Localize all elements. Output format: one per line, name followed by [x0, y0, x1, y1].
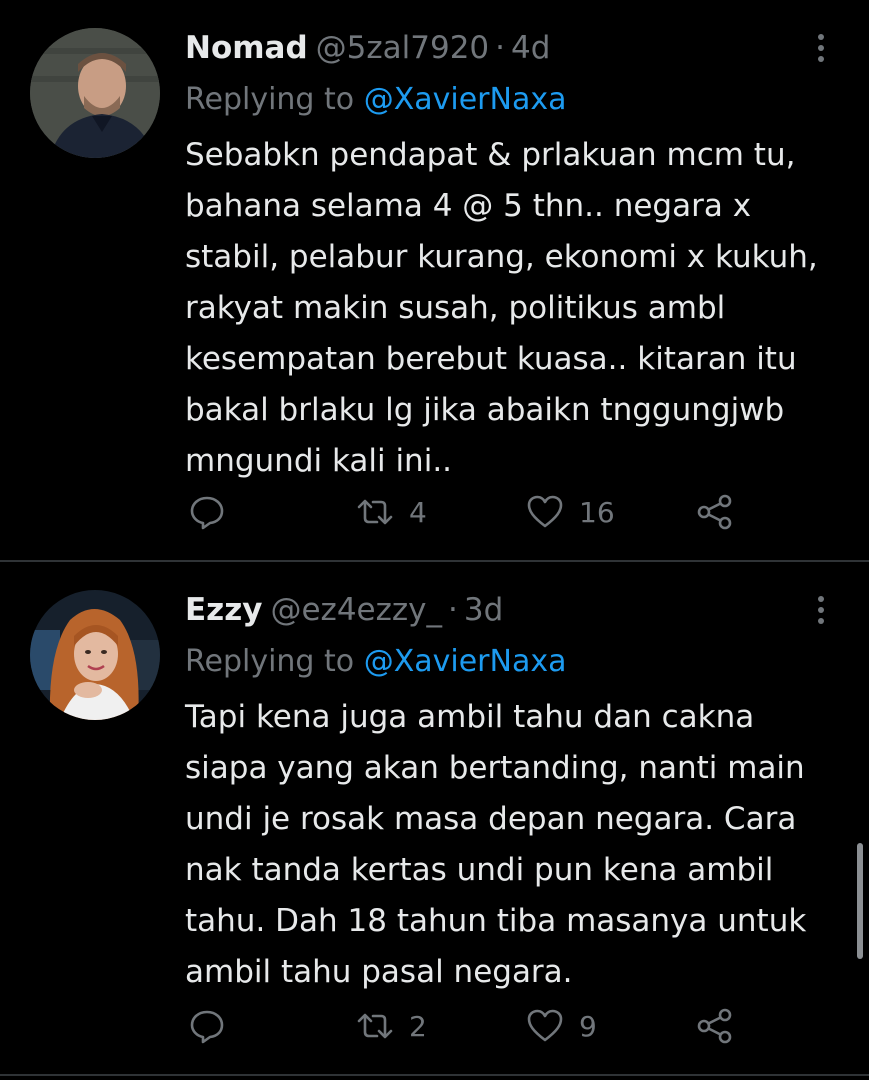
like-count: 16 — [579, 495, 615, 529]
share-button[interactable] — [695, 490, 735, 534]
tweet-header: Nomad @5zal7920 · 4d — [185, 26, 550, 70]
tweet-text-line: stabil, pelabur kurang, ekonomi x kukuh, — [185, 239, 818, 275]
more-icon[interactable] — [809, 30, 833, 66]
tweet-text-line: Tapi kena juga ambil tahu dan cakna — [185, 699, 755, 735]
tweet-text-line: nak tanda kertas undi pun kena ambil — [185, 852, 774, 888]
tweet-text-line: rakyat makin susah, politikus ambl — [185, 290, 726, 326]
retweet-button[interactable]: 2 — [355, 1004, 427, 1048]
tweet-text-line: bahana selama 4 @ 5 thn.. negara x — [185, 188, 752, 224]
retweet-count: 4 — [409, 495, 427, 529]
retweet-icon — [357, 499, 393, 525]
like-count: 9 — [579, 1009, 597, 1043]
share-button[interactable] — [695, 1004, 735, 1048]
reply-mention-link[interactable]: @XavierNaxa — [364, 82, 567, 117]
tweet-text: Sebabkn pendapat & prlakuan mcm tu, baha… — [185, 130, 845, 487]
tweet-header: Ezzy @ez4ezzy_ · 3d — [185, 588, 503, 632]
replying-to-label: Replying to — [185, 644, 355, 679]
separator-dot: · — [448, 592, 458, 628]
replying-to: Replying to @XavierNaxa — [185, 78, 566, 122]
share-icon — [697, 1008, 732, 1044]
reply-button[interactable] — [187, 1004, 227, 1048]
reply-icon — [190, 1010, 224, 1044]
avatar[interactable] — [30, 28, 160, 158]
retweet-count: 2 — [409, 1009, 427, 1043]
like-button[interactable]: 16 — [525, 490, 615, 534]
replying-to-label: Replying to — [185, 82, 355, 117]
user-handle[interactable]: @ez4ezzy_ — [270, 592, 442, 628]
tweet-text-line: kesempatan berebut kuasa.. kitaran itu — [185, 341, 797, 377]
more-icon[interactable] — [809, 592, 833, 628]
tweet-time[interactable]: 4d — [511, 30, 550, 66]
display-name[interactable]: Ezzy — [185, 592, 262, 628]
tweet-divider — [0, 1074, 869, 1076]
tweet-text-line: undi je rosak masa depan negara. Cara — [185, 801, 797, 837]
tweet-text-line: bakal brlaku lg jika abaikn tnggungjwb — [185, 392, 785, 428]
scrollbar[interactable] — [857, 843, 863, 959]
heart-icon — [527, 495, 563, 528]
reply-button[interactable] — [187, 490, 227, 534]
tweet-text-line: mngundi kali ini.. — [185, 443, 453, 479]
replying-to: Replying to @XavierNaxa — [185, 640, 566, 684]
heart-icon — [527, 1009, 563, 1042]
user-handle[interactable]: @5zal7920 — [316, 30, 490, 66]
retweet-button[interactable]: 4 — [355, 490, 427, 534]
separator-dot: · — [495, 30, 506, 66]
tweet-text-line: tahu. Dah 18 tahun tiba masanya untuk — [185, 903, 807, 939]
tweet-actions: 4 16 — [185, 490, 745, 534]
tweet-text: Tapi kena juga ambil tahu dan cakna siap… — [185, 692, 845, 998]
tweet-text-line: Sebabkn pendapat & prlakuan mcm tu, — [185, 137, 796, 173]
avatar[interactable] — [30, 590, 160, 720]
reply-mention-link[interactable]: @XavierNaxa — [364, 644, 567, 679]
tweet-time[interactable]: 3d — [464, 592, 503, 628]
tweet[interactable]: Nomad @5zal7920 · 4d Replying to @XavierNax… — [0, 0, 869, 560]
tweet-actions: 2 9 — [185, 1004, 745, 1048]
timeline-feed: Nomad @5zal7920 · 4d Replying to @XavierNax… — [0, 0, 869, 1080]
retweet-icon — [357, 1013, 393, 1039]
tweet-text-line: ambil tahu pasal negara. — [185, 954, 573, 990]
share-icon — [697, 494, 732, 530]
like-button[interactable]: 9 — [525, 1004, 597, 1048]
tweet[interactable]: Ezzy @ez4ezzy_ · 3d Replying to @XavierNaxa… — [0, 562, 869, 1072]
tweet-text-line: siapa yang akan bertanding, nanti main — [185, 750, 805, 786]
reply-icon — [190, 496, 224, 530]
display-name[interactable]: Nomad — [185, 30, 308, 66]
